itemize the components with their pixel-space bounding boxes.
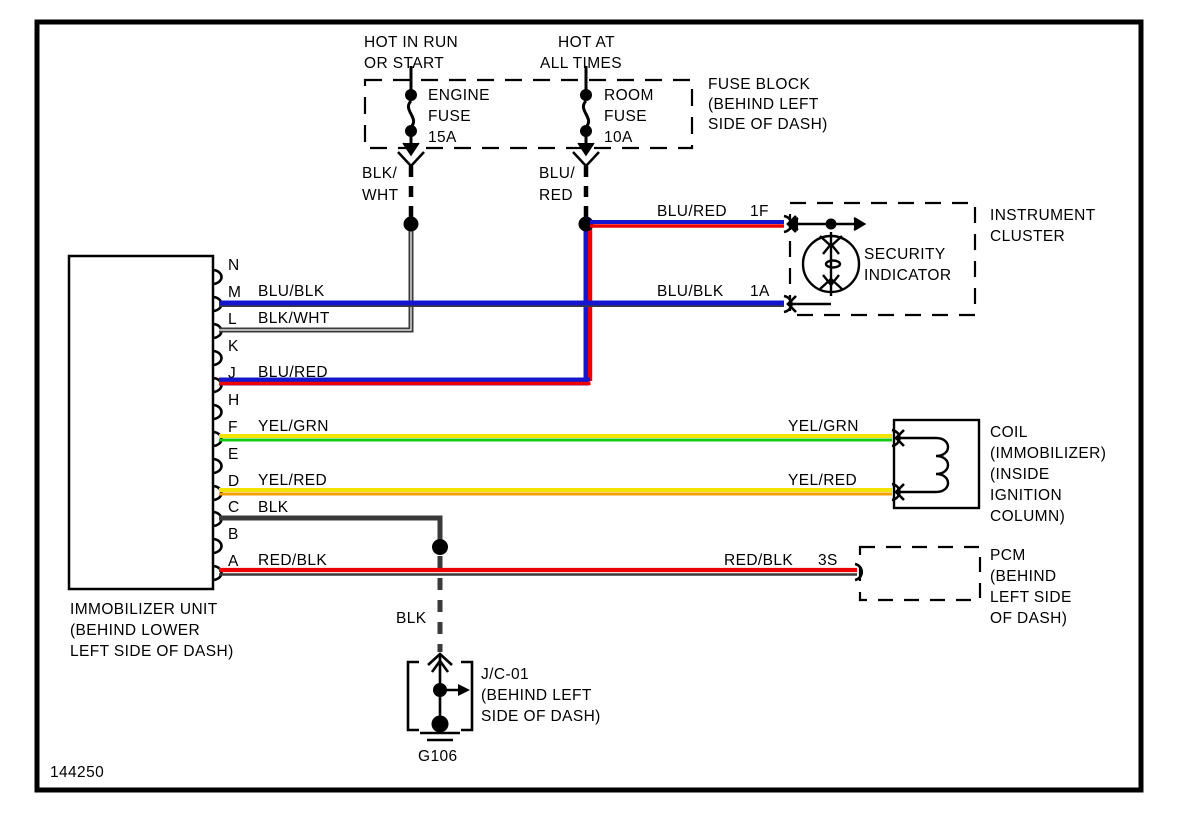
wire-label-f-yel-grn: YEL/GRN bbox=[258, 418, 329, 435]
hot-at-all-times-label: HOT AT ALL TIMES bbox=[540, 34, 622, 72]
security-indicator-line2: INDICATOR bbox=[864, 267, 951, 284]
coil-label-line3: (INSIDE bbox=[990, 466, 1050, 483]
pin-letter-C: C bbox=[228, 499, 240, 516]
pin-letter-A: A bbox=[228, 553, 239, 570]
pcm-label-line2: (BEHIND bbox=[990, 568, 1057, 585]
security-indicator-line1: SECURITY bbox=[864, 246, 946, 263]
pin-letter-L: L bbox=[228, 311, 237, 328]
immobilizer-unit-box bbox=[67, 254, 215, 591]
hot-all-times-line2: ALL TIMES bbox=[540, 55, 622, 72]
wiring-diagram-page: HOT IN RUN OR START HOT AT ALL TIMES ENG… bbox=[0, 0, 1177, 824]
blu-red-label-line1: BLU/ bbox=[539, 165, 575, 182]
pin-letter-K: K bbox=[228, 338, 239, 355]
splice-dot-blk-wht bbox=[403, 216, 419, 232]
wire-label-l-blk-wht: BLK/WHT bbox=[258, 310, 330, 327]
immobilizer-label-line1: IMMOBILIZER UNIT bbox=[70, 601, 218, 618]
immobilizer-label-line2: (BEHIND LOWER bbox=[70, 622, 200, 639]
cluster-pin-1f: 1F bbox=[750, 203, 769, 220]
room-fuse-name-line1: ROOM bbox=[604, 87, 654, 104]
jc01-label-line1: J/C-01 bbox=[481, 666, 529, 683]
coil-label-line2: (IMMOBILIZER) bbox=[990, 445, 1106, 462]
pin-letter-E: E bbox=[228, 446, 239, 463]
pin-letter-B: B bbox=[228, 526, 239, 543]
wire-label-c-blk: BLK bbox=[258, 499, 289, 516]
engine-fuse-name-line2: FUSE bbox=[428, 108, 471, 125]
pin-letter-N: N bbox=[228, 257, 240, 274]
room-fuse-output bbox=[572, 151, 600, 218]
wire-red-blk bbox=[219, 567, 857, 576]
instrument-cluster-label-line2: CLUSTER bbox=[990, 228, 1065, 245]
cluster-pin-1a: 1A bbox=[750, 283, 770, 300]
blu-red-label-line2: RED bbox=[539, 187, 573, 204]
room-fuse-name-line2: FUSE bbox=[604, 108, 647, 125]
room-fuse-rating: 10A bbox=[604, 129, 633, 146]
blk-wht-label-line1: BLK/ bbox=[362, 165, 397, 182]
security-indicator-lamp bbox=[786, 216, 867, 306]
pcm-label-line1: PCM bbox=[990, 547, 1026, 564]
splice-dot-blk-ground bbox=[432, 539, 448, 555]
coil-label-line4: IGNITION bbox=[990, 487, 1062, 504]
coil-box bbox=[892, 418, 981, 510]
wire-yel-red bbox=[219, 488, 892, 496]
blk-wht-label-line2: WHT bbox=[362, 187, 399, 204]
wire-blu-red-to-cluster bbox=[590, 220, 784, 228]
engine-fuse-name-line1: ENGINE bbox=[428, 87, 490, 104]
coil-label-line5: COLUMN) bbox=[990, 508, 1065, 525]
jc01-splice-symbol bbox=[427, 652, 470, 733]
coil-label-line1: COIL bbox=[990, 424, 1028, 441]
wire-blk-ground bbox=[219, 515, 443, 545]
wire-blu-blk bbox=[219, 300, 784, 308]
engine-fuse-output bbox=[397, 151, 425, 218]
immobilizer-connector-curls bbox=[213, 268, 223, 582]
blk-ground-label: BLK bbox=[396, 610, 427, 627]
pin-letter-M: M bbox=[228, 284, 241, 301]
hot-all-times-line1: HOT AT bbox=[558, 34, 615, 51]
wire-label-d-yel-red: YEL/RED bbox=[258, 472, 327, 489]
diagram-canvas: HOT IN RUN OR START HOT AT ALL TIMES ENG… bbox=[34, 19, 1144, 793]
ground-id-label: G106 bbox=[418, 748, 458, 765]
coil-wire-yel-grn-name: YEL/GRN bbox=[788, 418, 859, 435]
engine-fuse-rating: 15A bbox=[428, 129, 457, 146]
cluster-wire-1a-name: BLU/BLK bbox=[657, 283, 724, 300]
fuse-block-label-line3: SIDE OF DASH) bbox=[708, 116, 828, 133]
immobilizer-label-line3: LEFT SIDE OF DASH) bbox=[70, 643, 234, 660]
fuse-block-label-line1: FUSE BLOCK bbox=[708, 76, 810, 93]
pcm-pin: 3S bbox=[818, 552, 838, 569]
wire-label-a-red-blk: RED/BLK bbox=[258, 552, 327, 569]
fuse-block-label-line2: (BEHIND LEFT bbox=[708, 96, 819, 113]
wire-yel-grn bbox=[219, 434, 892, 442]
pcm-label-line3: LEFT SIDE bbox=[990, 589, 1072, 606]
pin-letter-H: H bbox=[228, 392, 240, 409]
pin-letter-F: F bbox=[228, 419, 238, 436]
cluster-wire-1f-name: BLU/RED bbox=[657, 203, 727, 220]
pin-letter-D: D bbox=[228, 473, 240, 490]
wire-label-m-blu-blk: BLU/BLK bbox=[258, 283, 325, 300]
page-number: 144250 bbox=[50, 764, 104, 781]
hot-in-run-line1: HOT IN RUN bbox=[364, 34, 458, 51]
jc01-label-line2: (BEHIND LEFT bbox=[481, 687, 592, 704]
ground-symbol-g106 bbox=[420, 731, 460, 742]
pcm-label-line4: OF DASH) bbox=[990, 610, 1067, 627]
pcm-enclosure bbox=[858, 545, 982, 602]
hot-in-run-line2: OR START bbox=[364, 55, 444, 72]
pcm-wire-name: RED/BLK bbox=[724, 552, 793, 569]
coil-wire-yel-red-name: YEL/RED bbox=[788, 472, 857, 489]
instrument-cluster-label-line1: INSTRUMENT bbox=[990, 207, 1096, 224]
jc01-label-line3: SIDE OF DASH) bbox=[481, 708, 601, 725]
